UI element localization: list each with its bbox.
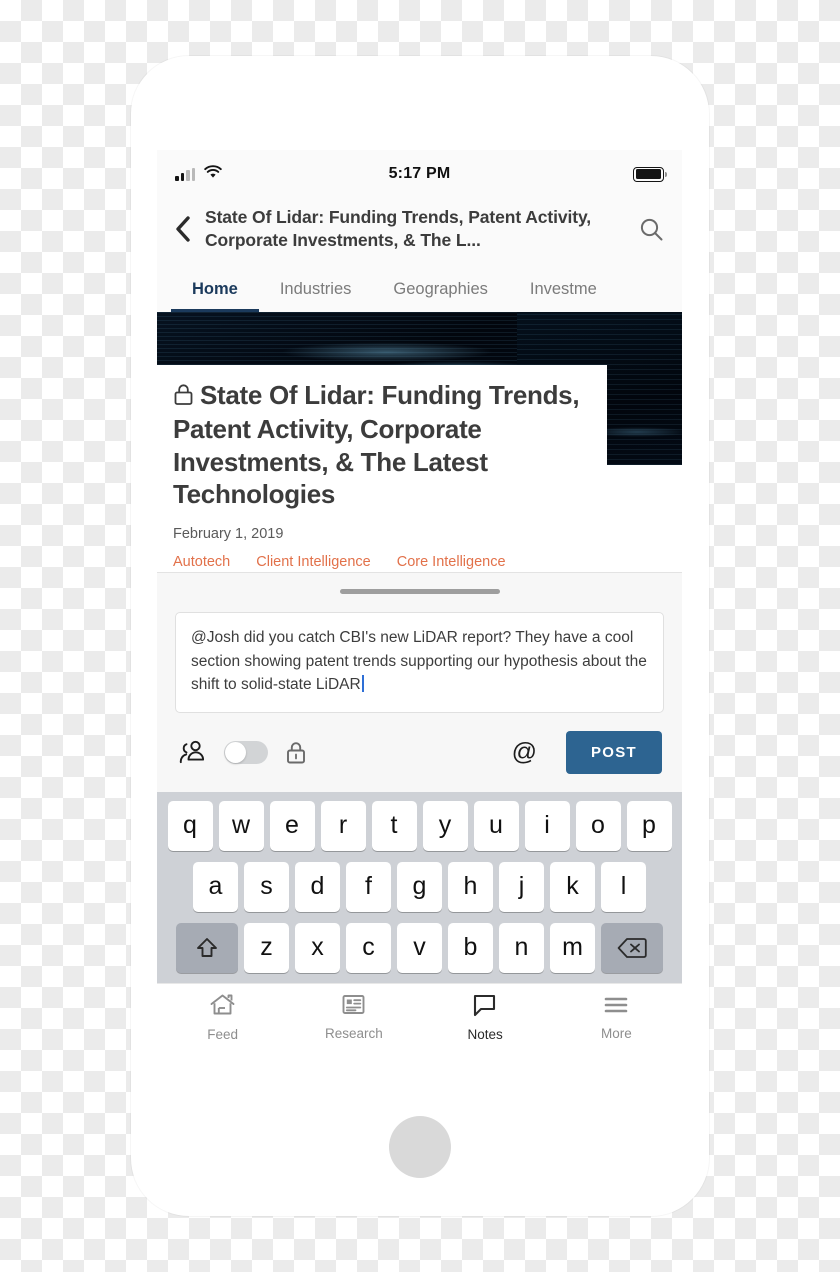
bottom-navigation-bar: Feed Research Notes More xyxy=(157,982,682,1051)
tab-investments[interactable]: Investme xyxy=(509,266,618,312)
text-cursor xyxy=(361,675,364,693)
key-y[interactable]: y xyxy=(422,800,468,851)
article-tag-client-intelligence[interactable]: Client Intelligence xyxy=(256,554,371,574)
nav-item-notes[interactable]: Notes xyxy=(420,993,551,1042)
phone-screen: 5:17 PM State Of Lidar: Funding Trends, … xyxy=(157,150,682,1100)
status-bar: 5:17 PM xyxy=(157,150,682,198)
key-n[interactable]: n xyxy=(499,922,544,973)
key-z[interactable]: z xyxy=(244,922,289,973)
key-l[interactable]: l xyxy=(601,861,646,912)
key-c[interactable]: c xyxy=(346,922,391,973)
key-j[interactable]: j xyxy=(499,861,544,912)
tab-strip: Home Industries Geographies Investme xyxy=(157,266,682,313)
cellular-signal-icon xyxy=(175,167,195,181)
backspace-delete-icon xyxy=(617,937,647,958)
screenshot-stage: 5:17 PM State Of Lidar: Funding Trends, … xyxy=(0,0,840,1272)
key-b[interactable]: b xyxy=(448,922,493,973)
visibility-toggle[interactable] xyxy=(224,740,268,764)
key-w[interactable]: w xyxy=(218,800,264,851)
shift-key[interactable] xyxy=(176,922,238,973)
key-t[interactable]: t xyxy=(371,800,417,851)
key-f[interactable]: f xyxy=(346,861,391,912)
key-i[interactable]: i xyxy=(524,800,570,851)
status-bar-right xyxy=(633,166,668,182)
delete-key[interactable] xyxy=(601,922,663,973)
toggle-knob xyxy=(225,741,246,763)
key-k[interactable]: k xyxy=(550,861,595,912)
key-s[interactable]: s xyxy=(244,861,289,912)
tab-home[interactable]: Home xyxy=(171,266,259,313)
tab-label: Home xyxy=(192,279,238,298)
nav-label-notes: Notes xyxy=(467,1026,503,1042)
note-compose-box[interactable]: @Josh did you catch CBI's new LiDAR repo… xyxy=(175,612,664,713)
key-p[interactable]: p xyxy=(626,800,672,851)
tab-label: Geographies xyxy=(393,279,488,298)
tab-label: Investme xyxy=(529,279,597,298)
search-icon xyxy=(640,218,662,241)
article-title-text: State Of Lidar: Funding Trends, Patent A… xyxy=(173,380,580,509)
compose-sheet: @Josh did you catch CBI's new LiDAR repo… xyxy=(157,572,682,792)
compose-toolbar: @ POST xyxy=(175,713,664,792)
at-mention-icon[interactable]: @ xyxy=(512,739,537,765)
key-o[interactable]: o xyxy=(575,800,621,851)
keyboard-row-1: q w e r t y u i o p xyxy=(160,800,679,851)
on-screen-keyboard: q w e r t y u i o p a s d f g h j k l z … xyxy=(157,791,682,983)
key-e[interactable]: e xyxy=(269,800,315,851)
article-card[interactable]: State Of Lidar: Funding Trends, Patent A… xyxy=(157,312,682,574)
note-text: @Josh did you catch CBI's new LiDAR repo… xyxy=(191,626,648,697)
lock-icon[interactable] xyxy=(285,740,307,765)
article-title: State Of Lidar: Funding Trends, Patent A… xyxy=(173,379,591,510)
key-g[interactable]: g xyxy=(397,861,442,912)
speech-bubble-icon xyxy=(472,993,498,1022)
status-bar-left xyxy=(175,164,222,184)
nav-item-more[interactable]: More xyxy=(551,994,682,1041)
key-x[interactable]: x xyxy=(295,922,340,973)
nav-label-more: More xyxy=(600,1025,632,1041)
nav-label-feed: Feed xyxy=(207,1026,239,1042)
key-h[interactable]: h xyxy=(448,861,493,912)
key-m[interactable]: m xyxy=(550,922,595,973)
tab-geographies[interactable]: Geographies xyxy=(372,266,508,312)
battery-full-icon xyxy=(633,166,668,182)
page-title: State Of Lidar: Funding Trends, Patent A… xyxy=(205,207,592,251)
post-button[interactable]: POST xyxy=(565,730,662,774)
article-date: February 1, 2019 xyxy=(173,526,284,543)
key-q[interactable]: q xyxy=(167,800,213,851)
status-bar-time: 5:17 PM xyxy=(388,165,451,182)
home-house-icon xyxy=(209,993,236,1022)
shift-arrow-icon xyxy=(197,937,217,957)
nav-item-research[interactable]: Research xyxy=(288,993,419,1041)
tab-industries[interactable]: Industries xyxy=(259,266,373,312)
article-tag-list: Autotech Client Intelligence Core Intell… xyxy=(173,554,591,574)
note-text-value: @Josh did you catch CBI's new LiDAR repo… xyxy=(191,629,647,694)
nav-label-research: Research xyxy=(324,1026,383,1042)
key-r[interactable]: r xyxy=(320,800,366,851)
home-button[interactable] xyxy=(389,1116,451,1178)
article-tag-core-intelligence[interactable]: Core Intelligence xyxy=(396,554,506,574)
keyboard-row-2: a s d f g h j k l xyxy=(160,861,679,912)
keyboard-row-3: z x c v b n m xyxy=(160,922,679,973)
sheet-drag-handle[interactable] xyxy=(339,589,500,595)
people-group-icon[interactable] xyxy=(177,740,207,765)
search-button[interactable] xyxy=(636,217,666,242)
key-v[interactable]: v xyxy=(397,922,442,973)
chevron-left-icon xyxy=(176,216,190,242)
nav-item-feed[interactable]: Feed xyxy=(157,993,288,1042)
key-a[interactable]: a xyxy=(193,861,238,912)
article-title-card: State Of Lidar: Funding Trends, Patent A… xyxy=(157,365,607,574)
article-document-icon xyxy=(341,993,366,1021)
key-d[interactable]: d xyxy=(295,861,340,912)
wifi-icon xyxy=(204,164,222,184)
hamburger-menu-icon xyxy=(603,994,629,1021)
key-u[interactable]: u xyxy=(473,800,519,851)
back-button[interactable] xyxy=(171,216,195,242)
tab-label: Industries xyxy=(279,279,352,298)
article-tag-autotech[interactable]: Autotech xyxy=(173,554,231,574)
nav-header: State Of Lidar: Funding Trends, Patent A… xyxy=(157,198,682,267)
lock-icon xyxy=(173,381,194,413)
